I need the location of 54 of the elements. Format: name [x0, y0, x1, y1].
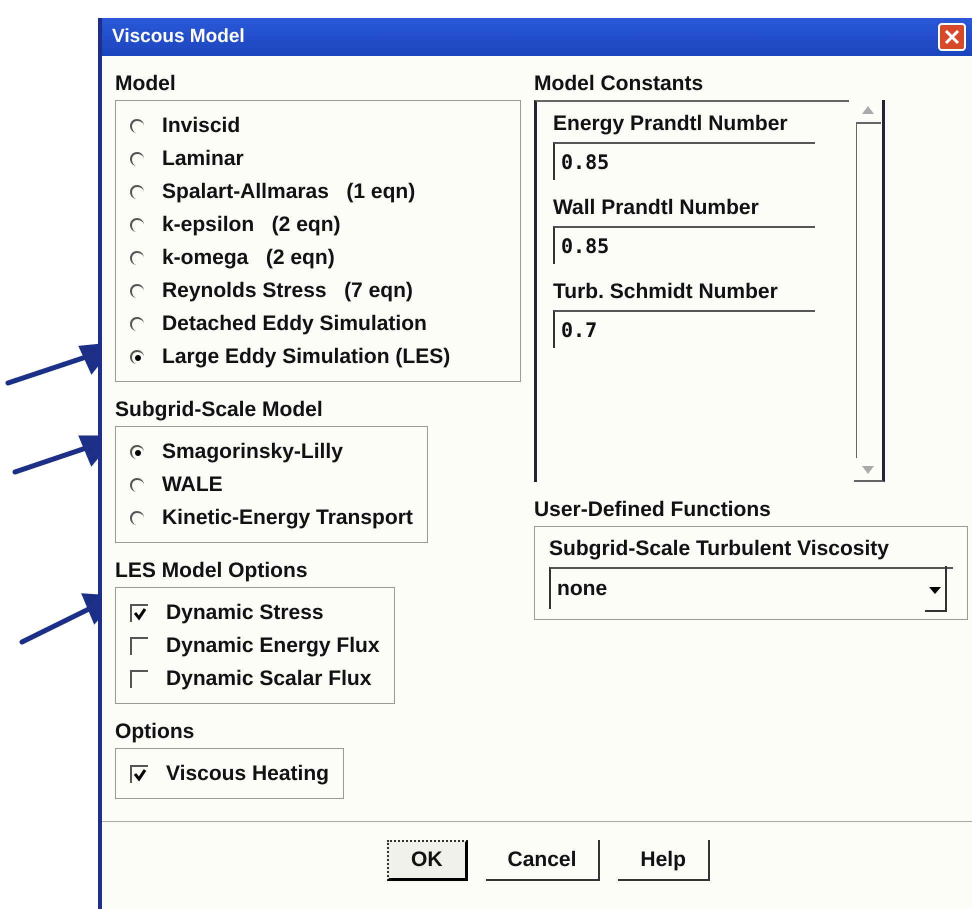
group-title: User-Defined Functions [534, 498, 771, 522]
option-label: Laminar [162, 146, 244, 170]
checkbox[interactable] [130, 604, 148, 622]
radio-button[interactable] [130, 316, 144, 330]
radio-button[interactable] [130, 218, 144, 232]
checkbox[interactable] [130, 764, 148, 782]
scrollbar[interactable] [854, 100, 885, 482]
caret-icon [929, 587, 941, 594]
group-title: LES Model Options [115, 559, 308, 583]
radio-button[interactable] [130, 250, 144, 264]
field-label: Energy Prandtl Number [553, 112, 789, 136]
option-label: Dynamic Energy Flux [166, 634, 380, 658]
option-label: WALE [162, 472, 223, 496]
option-label: Viscous Heating [166, 762, 329, 786]
input-field[interactable]: 0.7 [553, 310, 815, 348]
field-label: Turb. Schmidt Number [553, 280, 779, 304]
close-icon [944, 29, 960, 45]
group-title: Model Constants [534, 72, 704, 96]
group-title: Model [115, 72, 176, 96]
option-label: Detached Eddy Simulation [162, 312, 427, 336]
close-button[interactable] [938, 23, 966, 51]
option-label: k-omega (2 eqn) [162, 246, 335, 270]
input-field[interactable]: 0.85 [553, 226, 815, 264]
option-label: Reynolds Stress (7 eqn) [162, 278, 413, 302]
radio-button[interactable] [130, 350, 144, 364]
radio-button[interactable] [130, 510, 144, 524]
field-label: Wall Prandtl Number [553, 196, 760, 220]
dialog-button[interactable]: Cancel [486, 840, 600, 881]
dialog-button[interactable]: OK [387, 840, 468, 881]
field-label: Subgrid-Scale Turbulent Viscosity [549, 537, 890, 561]
dropdown[interactable]: none [549, 567, 953, 609]
radio-button[interactable] [130, 152, 144, 166]
checkbox[interactable] [130, 670, 148, 688]
option-label: Large Eddy Simulation (LES) [162, 344, 450, 368]
input-field[interactable]: 0.85 [553, 142, 815, 180]
option-label: Spalart-Allmaras (1 eqn) [162, 180, 416, 204]
option-label: Dynamic Stress [166, 600, 324, 624]
radio-button[interactable] [130, 284, 144, 298]
radio-button[interactable] [130, 184, 144, 198]
window-title: Viscous Model [112, 26, 245, 48]
option-label: Smagorinsky-Lilly [162, 440, 343, 464]
radio-button[interactable] [130, 444, 144, 458]
radio-button[interactable] [130, 118, 144, 132]
radio-button[interactable] [130, 478, 144, 492]
group-title: Options [115, 720, 194, 744]
option-label: k-epsilon (2 eqn) [162, 212, 341, 236]
checkbox[interactable] [130, 636, 148, 654]
scroll-up-icon [862, 106, 874, 114]
option-label: Dynamic Scalar Flux [166, 666, 372, 690]
dialog-button[interactable]: Help [618, 840, 710, 881]
group-title: Subgrid-Scale Model [115, 398, 323, 422]
option-label: Kinetic-Energy Transport [162, 506, 413, 530]
option-label: Inviscid [162, 114, 240, 138]
scroll-down-icon [862, 466, 874, 474]
